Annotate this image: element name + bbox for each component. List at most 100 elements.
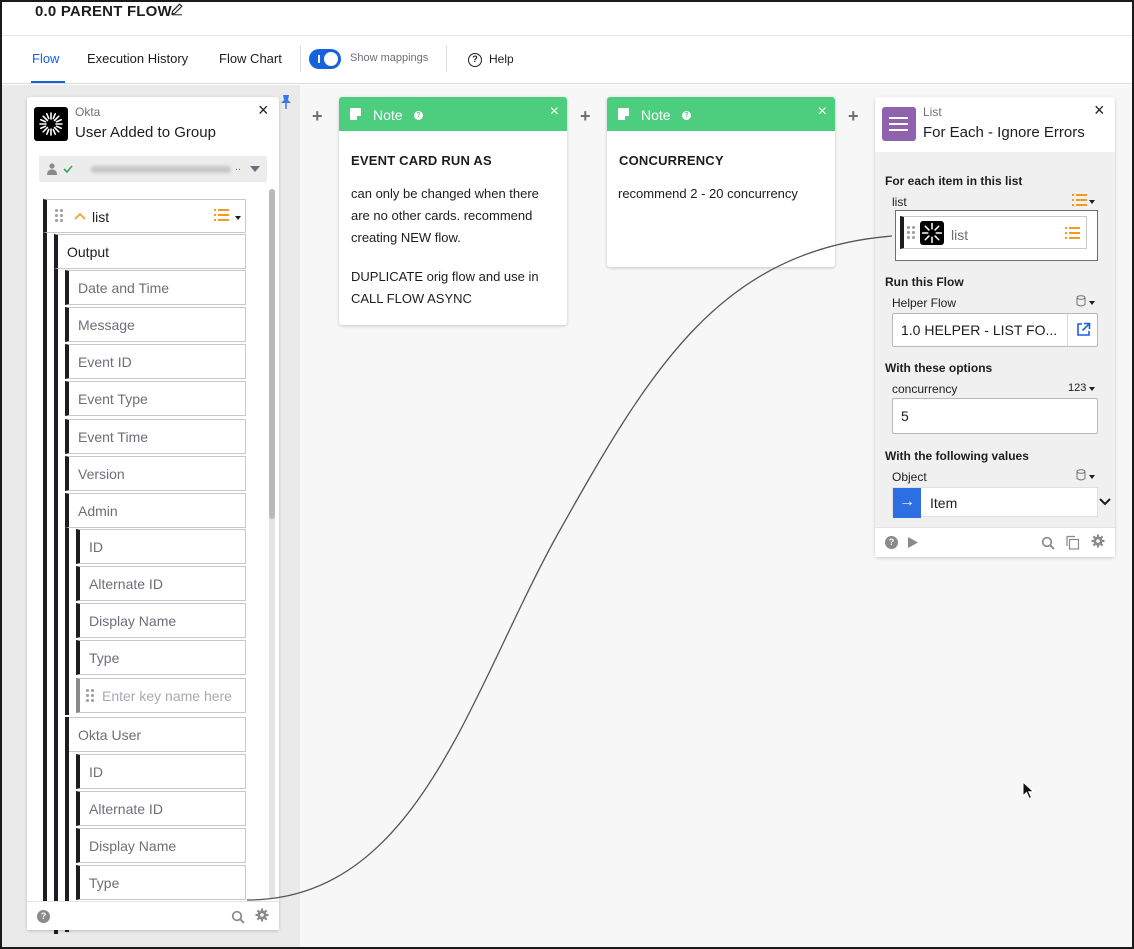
item-label: Item (930, 495, 958, 511)
field-okta-user[interactable]: Okta User (65, 717, 246, 752)
note-paragraph: recommend 2 - 20 concurrency (618, 186, 798, 201)
number-type-icon[interactable]: 123 (1068, 382, 1086, 394)
field-admin-id[interactable]: ID (76, 529, 246, 564)
arrow-right-icon: → (893, 488, 921, 518)
note-card: Note ? × EVENT CARD RUN AS can only be c… (339, 97, 567, 325)
mouse-cursor-icon (1022, 781, 1035, 800)
add-card-plus-icon[interactable]: + (580, 107, 591, 125)
section-title: For each item in this list (885, 174, 1023, 188)
field-admin-display-name[interactable]: Display Name (76, 603, 246, 638)
okta-logo-icon (34, 107, 68, 141)
copy-icon[interactable] (1065, 535, 1080, 550)
section-title: With the following values (885, 449, 1029, 463)
help-icon[interactable]: ? (37, 910, 50, 923)
event-card: Okta User Added to Group × .. list Outpu… (27, 97, 279, 934)
field-admin-type[interactable]: Type (76, 640, 246, 675)
play-icon[interactable] (907, 536, 919, 549)
redacted-connection-name (91, 166, 231, 173)
note-card: Note ? × CONCURRENCY recommend 2 - 20 co… (607, 97, 835, 267)
drag-handle-icon[interactable] (907, 226, 915, 240)
chevron-down-icon (250, 166, 260, 172)
field-admin-alternate-id[interactable]: Alternate ID (76, 566, 246, 601)
connection-select[interactable]: .. (39, 156, 267, 182)
okta-user-tree-rail (65, 717, 69, 932)
field-list-label: list (92, 209, 110, 225)
field-okta-user-type[interactable]: Type (76, 865, 246, 900)
close-icon[interactable]: × (550, 103, 559, 121)
help-button[interactable]: Help (489, 52, 514, 66)
chevron-up-icon[interactable] (74, 212, 86, 220)
show-mappings-label: Show mappings (350, 52, 429, 64)
section-title: Run this Flow (885, 275, 964, 289)
field-okta-user-display-name[interactable]: Display Name (76, 828, 246, 863)
search-icon[interactable] (231, 910, 245, 924)
drag-handle-icon[interactable] (55, 209, 63, 223)
field-admin[interactable]: Admin (65, 493, 246, 528)
gear-icon[interactable] (1091, 534, 1105, 548)
field-list[interactable]: list (43, 199, 246, 233)
list-type-icon[interactable] (214, 209, 234, 221)
open-helper-flow-button[interactable] (1067, 314, 1097, 346)
note-label: Note (641, 107, 671, 123)
field-output[interactable]: Output (54, 234, 246, 269)
input-label: list (892, 195, 907, 209)
gear-icon[interactable] (255, 908, 269, 922)
help-icon[interactable]: ? (682, 111, 691, 120)
input-label: concurrency (892, 382, 958, 396)
scrollbar-thumb[interactable] (269, 189, 275, 519)
field-okta-user-alternate-id[interactable]: Alternate ID (76, 791, 246, 826)
chevron-down-icon[interactable] (1089, 387, 1095, 391)
user-icon (47, 163, 57, 175)
field-event-time[interactable]: Event Time (65, 419, 246, 454)
close-icon[interactable]: × (818, 103, 827, 121)
database-icon[interactable] (1076, 295, 1086, 307)
drag-handle-icon[interactable] (86, 689, 94, 703)
field-version[interactable]: Version (65, 456, 246, 491)
field-message[interactable]: Message (65, 307, 246, 342)
list-type-icon (1065, 227, 1085, 239)
field-date-and-time[interactable]: Date and Time (65, 270, 246, 305)
add-card-plus-icon[interactable]: + (848, 107, 859, 125)
key-name-input[interactable]: Enter key name here (76, 678, 246, 713)
pin-icon[interactable] (280, 94, 292, 110)
mapped-list-chip[interactable]: list (900, 216, 1087, 249)
chevron-down-icon[interactable] (1089, 475, 1095, 479)
list-drop-zone[interactable]: list (895, 210, 1098, 261)
divider (300, 46, 301, 72)
note-title: CONCURRENCY (619, 153, 724, 168)
chevron-down-icon[interactable] (1089, 301, 1095, 305)
tab-flow-chart[interactable]: Flow Chart (219, 51, 282, 66)
close-icon[interactable]: × (1094, 101, 1105, 119)
help-icon[interactable]: ? (885, 536, 898, 549)
chevron-down-icon[interactable] (1089, 200, 1095, 204)
add-card-plus-icon[interactable]: + (312, 107, 323, 125)
search-icon[interactable] (1041, 536, 1055, 550)
close-icon[interactable]: × (258, 101, 269, 119)
field-event-id[interactable]: Event ID (65, 344, 246, 379)
tab-flow[interactable]: Flow (32, 51, 59, 66)
card-footer: ? (27, 901, 279, 930)
output-tree-rail (54, 234, 58, 934)
pencil-icon[interactable] (170, 2, 184, 16)
card-footer: ? (875, 527, 1115, 557)
help-icon[interactable]: ? (414, 111, 423, 120)
field-event-type[interactable]: Event Type (65, 381, 246, 416)
note-label: Note (373, 107, 403, 123)
concurrency-input[interactable]: 5 (892, 398, 1098, 434)
show-mappings-toggle[interactable] (309, 49, 341, 69)
chevron-down-icon[interactable] (1099, 498, 1111, 506)
helper-flow-field[interactable]: 1.0 HELPER - LIST FO... (892, 313, 1098, 347)
object-item-field[interactable]: → Item (892, 487, 1098, 518)
note-icon (350, 108, 361, 120)
field-okta-user-id[interactable]: ID (76, 754, 246, 789)
database-icon[interactable] (1076, 469, 1086, 481)
list-tree-rail (43, 200, 47, 930)
note-paragraph: DUPLICATE orig flow and use in CALL FLOW… (351, 269, 539, 306)
card-title: For Each - Ignore Errors (923, 124, 1085, 141)
help-icon[interactable]: ? (468, 53, 482, 67)
list-card: List For Each - Ignore Errors × For each… (875, 97, 1115, 557)
flow-title: 0.0 PARENT FLOW (35, 3, 172, 20)
chevron-down-icon[interactable] (235, 216, 241, 220)
card-title: User Added to Group (75, 124, 216, 141)
tab-execution-history[interactable]: Execution History (87, 51, 188, 66)
